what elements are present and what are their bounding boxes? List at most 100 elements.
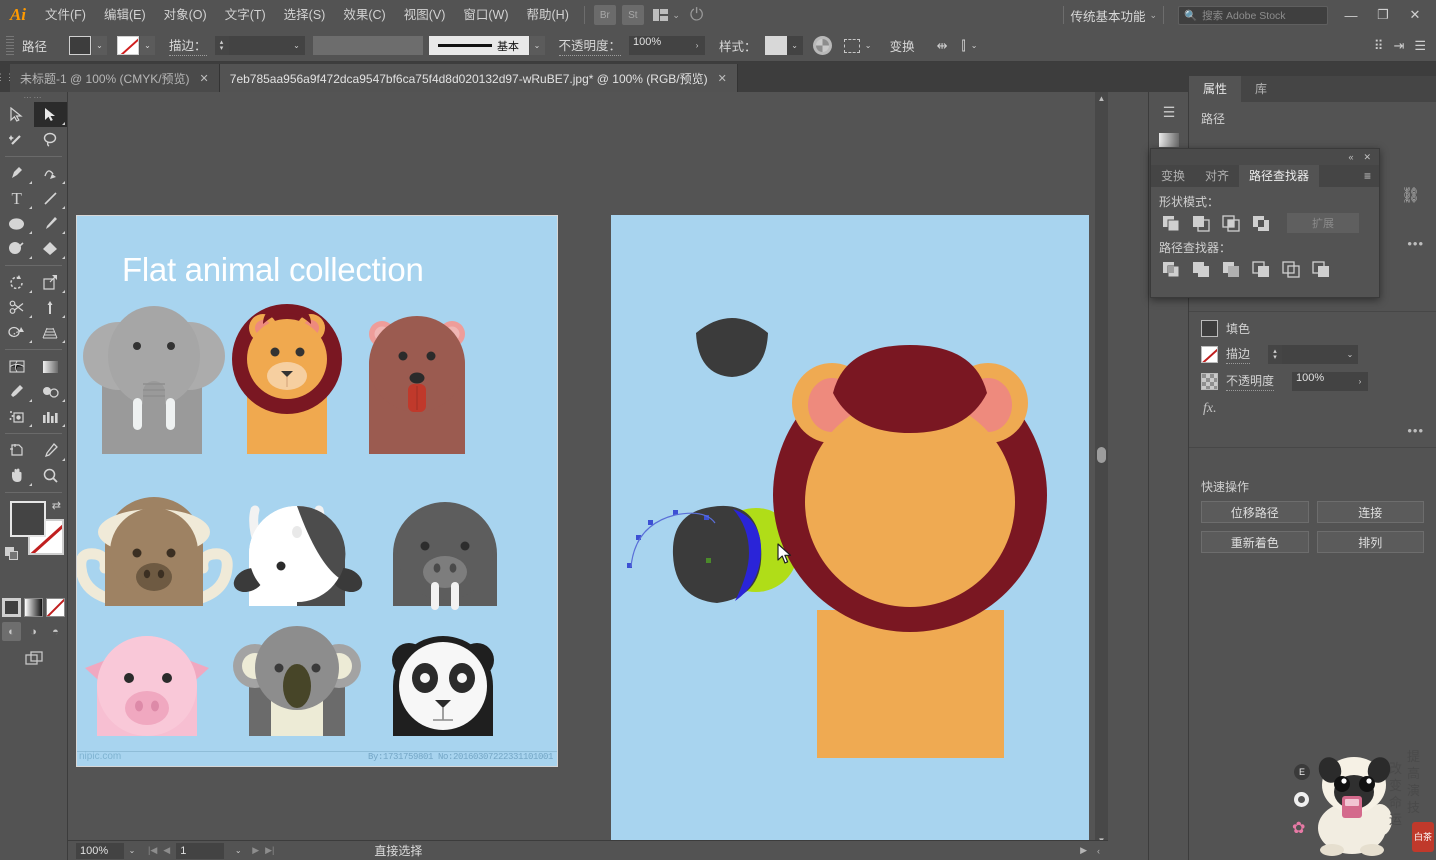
tool-scale[interactable] <box>34 270 68 295</box>
menu-file[interactable]: 文件(F) <box>36 0 95 30</box>
tool-ellipse[interactable] <box>0 211 34 236</box>
stock-button[interactable]: St <box>621 5 644 25</box>
first-artboard-icon[interactable]: |◀ <box>148 845 157 856</box>
menu-select[interactable]: 选择(S) <box>275 0 335 30</box>
crop-icon[interactable] <box>1249 259 1272 279</box>
last-artboard-icon[interactable]: ▶| <box>265 845 274 856</box>
opacity-input[interactable]: 100% <box>629 36 690 55</box>
tab-bar-grip[interactable]: ⋮⋮ <box>0 62 14 92</box>
stock-search-input[interactable]: 🔍 搜索 Adobe Stock <box>1178 5 1328 25</box>
stroke-weight-input[interactable] <box>228 36 289 55</box>
tab-properties[interactable]: 属性 <box>1189 76 1242 102</box>
tool-perspective-grid[interactable] <box>34 320 68 345</box>
tab-transform[interactable]: 变换 <box>1151 165 1195 187</box>
arrange-documents-button[interactable]: ⌄ <box>652 8 680 22</box>
select-similar-icon[interactable] <box>843 38 860 53</box>
effects-button[interactable]: fx. <box>1189 395 1436 423</box>
restore-button[interactable]: ❐ <box>1368 2 1398 28</box>
tool-slice[interactable] <box>34 438 68 463</box>
artboard-dropdown-icon[interactable]: ⌄ <box>230 842 247 859</box>
tool-type[interactable]: T <box>0 186 34 211</box>
stroke-weight-dropdown-icon-properties[interactable]: ⌄ <box>1342 345 1359 364</box>
color-mode-none-icon[interactable] <box>46 598 65 617</box>
tools-panel-grip[interactable]: ⋯⋯ <box>0 92 67 102</box>
control-bar-grip[interactable] <box>6 35 14 56</box>
tool-paintbrush[interactable] <box>34 211 68 236</box>
tool-mesh[interactable] <box>0 354 34 379</box>
tool-zoom[interactable] <box>34 463 68 488</box>
opacity-label[interactable]: 不透明度： <box>558 35 622 56</box>
opacity-row[interactable]: 不透明度 100% › <box>1189 368 1436 395</box>
tool-symbol-sprayer[interactable] <box>0 404 34 429</box>
appearance-more-options-icon[interactable]: ••• <box>1407 423 1424 438</box>
arrange-button[interactable]: 排列 <box>1316 531 1424 553</box>
tool-free-transform[interactable] <box>34 295 68 320</box>
stroke-weight-label[interactable]: 描边： <box>169 35 207 56</box>
tool-artboard[interactable] <box>0 438 34 463</box>
stroke-row[interactable]: 描边 ▴ ▾ ⌄ <box>1189 341 1436 368</box>
fill-row[interactable]: 填色 <box>1189 316 1436 341</box>
workspace-switcher[interactable]: 传统基本功能 <box>1070 6 1145 25</box>
expand-button[interactable]: 扩展 <box>1287 213 1359 233</box>
collapse-icon[interactable]: « <box>1348 152 1353 162</box>
canvas-area[interactable]: Flat animal collection nipic.com By:1731… <box>68 92 1108 860</box>
tool-selection[interactable] <box>0 102 34 127</box>
draw-normal-icon[interactable]: ◐ <box>2 622 21 641</box>
artboard-number-input[interactable]: 1 <box>176 842 225 859</box>
opacity-expand-icon[interactable]: › <box>689 36 706 55</box>
control-bar-menu-icon[interactable]: ☰ <box>1414 38 1426 54</box>
previous-artboard-icon[interactable]: ◀ <box>163 845 170 856</box>
stroke-swatch-properties[interactable] <box>1201 346 1218 363</box>
pathfinder-titlebar[interactable]: « ✕ <box>1151 149 1379 165</box>
default-fill-stroke-icon[interactable] <box>5 547 19 561</box>
draw-inside-icon[interactable]: ◓ <box>46 622 65 641</box>
close-icon[interactable]: ✕ <box>1363 152 1371 163</box>
select-similar-dropdown-icon[interactable]: ⌄ <box>861 36 876 55</box>
fill-color-box[interactable] <box>10 501 46 537</box>
style-dropdown-icon[interactable]: ⌄ <box>786 36 803 55</box>
tool-shaper[interactable] <box>0 236 34 261</box>
outline-icon[interactable] <box>1279 259 1302 279</box>
color-mode-gradient-icon[interactable] <box>24 598 43 617</box>
opacity-expand-icon-properties[interactable]: › <box>1352 372 1369 391</box>
bridge-button[interactable]: Br <box>593 5 616 25</box>
recolor-artwork-icon[interactable] <box>812 36 832 55</box>
unite-icon[interactable] <box>1159 213 1182 233</box>
vertical-scroll-thumb[interactable] <box>1097 447 1106 463</box>
tab-pathfinder[interactable]: 路径查找器 <box>1239 165 1320 187</box>
intersect-icon[interactable] <box>1219 213 1242 233</box>
tool-rotate[interactable] <box>0 270 34 295</box>
divide-icon[interactable] <box>1159 259 1182 279</box>
transform-more-options-icon[interactable]: ••• <box>1407 236 1424 251</box>
tool-eyedropper[interactable] <box>0 379 34 404</box>
swap-fill-stroke-icon[interactable]: ⇄ <box>52 499 61 512</box>
stroke-swatch[interactable] <box>117 36 140 55</box>
tab-align[interactable]: 对齐 <box>1195 165 1239 187</box>
tool-hand[interactable] <box>0 463 34 488</box>
align-icon[interactable]: ⇹ <box>937 38 948 54</box>
color-mode-color-icon[interactable] <box>2 598 21 617</box>
exclude-icon[interactable] <box>1249 213 1272 233</box>
tool-eraser[interactable] <box>34 236 68 261</box>
close-icon[interactable]: ✕ <box>718 72 727 85</box>
zoom-dropdown-icon[interactable]: ⌄ <box>124 842 140 859</box>
menu-window[interactable]: 窗口(W) <box>454 0 517 30</box>
zoom-level-input[interactable]: 100% <box>76 842 124 859</box>
scroll-up-icon[interactable]: ▲ <box>1095 92 1108 105</box>
align-dropdown-icon[interactable]: ⌄ <box>967 36 982 55</box>
tab-libraries[interactable]: 库 <box>1241 76 1281 102</box>
graphic-style-swatch[interactable] <box>764 36 787 55</box>
tool-blend[interactable] <box>34 379 68 404</box>
align-panel-icon[interactable]: ⠿ <box>1374 38 1384 54</box>
document-tab-2[interactable]: 7eb785aa956a9f472dca9547bf6ca75f4d8d0201… <box>219 64 738 92</box>
status-expand-icon[interactable]: ‹ <box>1097 846 1100 856</box>
close-button[interactable]: ✕ <box>1400 2 1430 28</box>
tool-shape-builder[interactable] <box>0 320 34 345</box>
workspace-chevron-icon[interactable]: ⌄ <box>1149 10 1157 21</box>
draw-behind-icon[interactable]: ◑ <box>24 622 43 641</box>
transform-button[interactable]: 变换 <box>890 36 915 55</box>
tool-gradient[interactable] <box>34 354 68 379</box>
menu-type[interactable]: 文字(T) <box>216 0 275 30</box>
stroke-dropdown-icon[interactable]: ⌄ <box>140 36 156 55</box>
offset-path-button[interactable]: 位移路径 <box>1201 501 1309 523</box>
